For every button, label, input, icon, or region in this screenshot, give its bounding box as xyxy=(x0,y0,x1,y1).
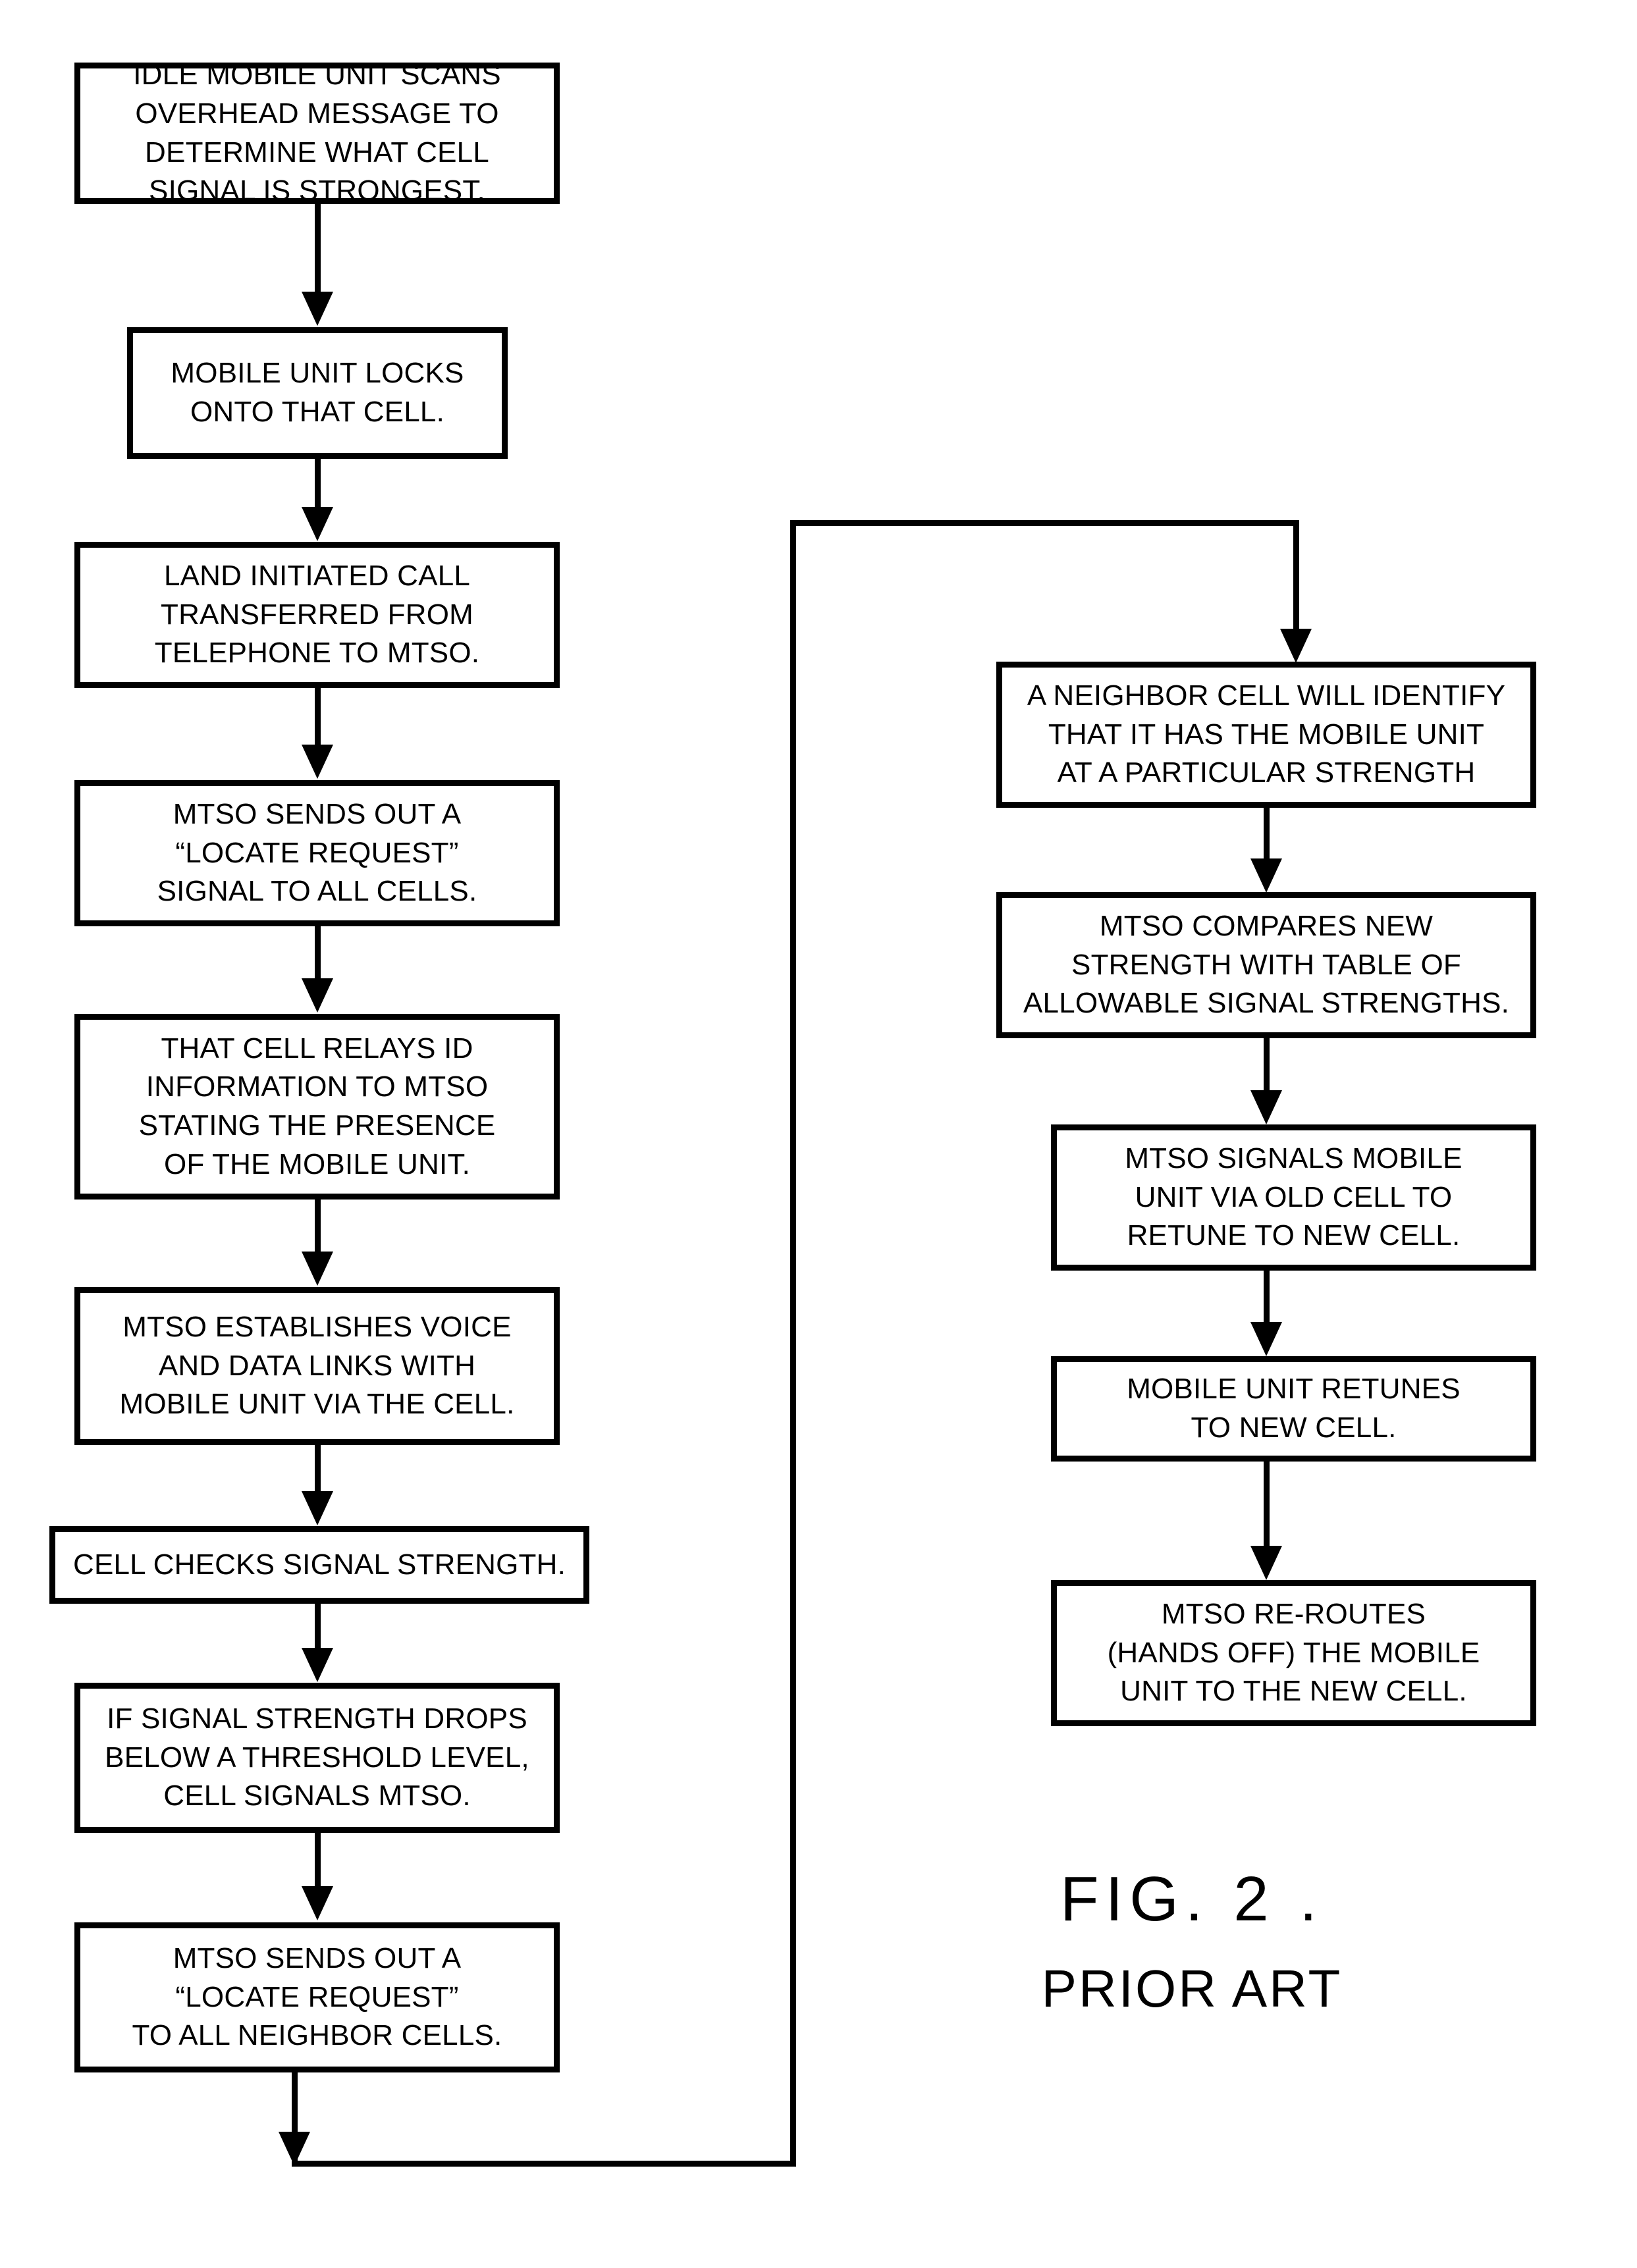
arrowhead-r2-r3 xyxy=(1250,1090,1282,1124)
flow-node-mtso-re-routes-hands-off: MTSO RE-ROUTES (HANDS OFF) THE MOBILE UN… xyxy=(1051,1580,1536,1726)
arrowhead-r4-r5 xyxy=(1250,1546,1282,1580)
connector-r1-r2 xyxy=(1264,808,1270,859)
figure-prior-art-label: PRIOR ART xyxy=(1041,1959,1343,2018)
flow-node-land-initiated-call: LAND INITIATED CALL TRANSFERRED FROM TEL… xyxy=(74,542,560,688)
figure-number-label: FIG. 2 . xyxy=(1060,1864,1324,1934)
arrowhead-r3-r4 xyxy=(1250,1322,1282,1356)
connector-r2-r3 xyxy=(1264,1038,1270,1091)
arrowhead-l1-l2 xyxy=(302,292,333,326)
flow-node-neighbor-cell-identifies: A NEIGHBOR CELL WILL IDENTIFY THAT IT HA… xyxy=(996,662,1536,808)
connector-l8-l9 xyxy=(315,1833,321,1887)
connector-loop-into-r1 xyxy=(1293,520,1299,639)
connector-loop-top-rail xyxy=(790,520,1299,526)
flow-node-idle-mobile-unit-scans: IDLE MOBILE UNIT SCANS OVERHEAD MESSAGE … xyxy=(74,59,560,207)
figure-canvas: IDLE MOBILE UNIT SCANS OVERHEAD MESSAGE … xyxy=(0,0,1637,2268)
connector-r3-r4 xyxy=(1264,1271,1270,1323)
flow-node-cell-checks-signal-strength: CELL CHECKS SIGNAL STRENGTH. xyxy=(49,1526,589,1604)
arrowhead-l4-l5 xyxy=(302,978,333,1013)
connector-l4-l5 xyxy=(315,926,321,979)
flow-node-cell-relays-id-information: THAT CELL RELAYS ID INFORMATION TO MTSO … xyxy=(74,1014,560,1200)
flow-node-mobile-unit-retunes: MOBILE UNIT RETUNES TO NEW CELL. xyxy=(1051,1356,1536,1462)
flow-node-mobile-unit-locks: MOBILE UNIT LOCKS ONTO THAT CELL. xyxy=(127,327,508,459)
flow-node-mtso-sends-locate-request-neighbor-cells: MTSO SENDS OUT A “LOCATE REQUEST” TO ALL… xyxy=(74,1922,560,2072)
connector-l2-l3 xyxy=(315,459,321,508)
arrowhead-l2-l3 xyxy=(302,507,333,541)
connector-loop-bottom-rail xyxy=(292,2161,796,2167)
arrowhead-l6-l7 xyxy=(302,1491,333,1525)
flow-node-mtso-compares-new-strength: MTSO COMPARES NEW STRENGTH WITH TABLE OF… xyxy=(996,892,1536,1038)
arrowhead-l8-l9 xyxy=(302,1886,333,1920)
arrowhead-l5-l6 xyxy=(302,1252,333,1286)
flow-node-mtso-signals-mobile-unit-retune: MTSO SIGNALS MOBILE UNIT VIA OLD CELL TO… xyxy=(1051,1124,1536,1271)
connector-r4-r5-b xyxy=(1264,1513,1270,1547)
flow-node-mtso-sends-locate-request-all-cells: MTSO SENDS OUT A “LOCATE REQUEST” SIGNAL… xyxy=(74,780,560,926)
connector-l7-l8 xyxy=(315,1604,321,1648)
arrowhead-l3-l4 xyxy=(302,745,333,779)
connector-l6-l7 xyxy=(315,1445,321,1492)
arrowhead-r1-r2 xyxy=(1250,858,1282,893)
connector-l1-l2 xyxy=(315,204,321,293)
connector-r4-r5 xyxy=(1264,1462,1270,1513)
flow-node-if-signal-strength-drops: IF SIGNAL STRENGTH DROPS BELOW A THRESHO… xyxy=(74,1683,560,1833)
arrowhead-l7-l8 xyxy=(302,1648,333,1682)
connector-loop-riser xyxy=(790,520,796,2167)
connector-l3-l4 xyxy=(315,688,321,746)
arrowhead-loop-into-r1 xyxy=(1280,629,1312,663)
connector-l5-l6 xyxy=(315,1200,321,1253)
flow-node-mtso-establishes-voice-data-links: MTSO ESTABLISHES VOICE AND DATA LINKS WI… xyxy=(74,1287,560,1445)
